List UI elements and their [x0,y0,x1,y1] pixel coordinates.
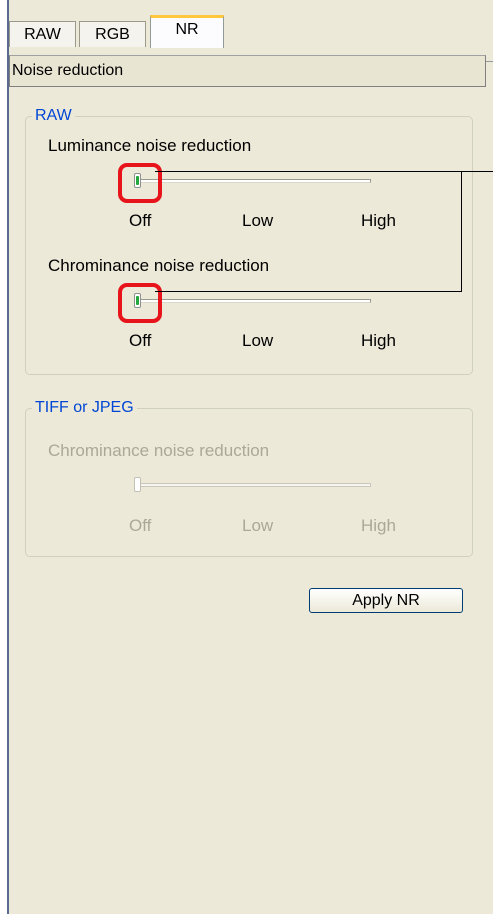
tab-raw[interactable]: RAW [9,21,76,47]
nr-panel: RAW RGB NR Noise reduction RAW Luminance… [7,0,493,914]
tiff-chrominance-slider-track[interactable] [137,483,371,487]
callout-line [155,171,493,172]
tab-nr[interactable]: NR [150,15,224,48]
section-title: Noise reduction [9,55,486,87]
highlight-marker [118,163,162,203]
chrominance-label: Chrominance noise reduction [48,256,270,275]
tiff-chrominance-slider-thumb[interactable] [134,477,141,492]
tiff-jpeg-group-legend: TIFF or JPEG [32,398,137,418]
chrominance-tick-high: High [361,331,396,350]
raw-group: RAW Luminance noise reduction Off Low Hi… [25,106,473,375]
raw-group-legend: RAW [32,106,75,126]
tiff-chrominance-label: Chrominance noise reduction [48,441,270,460]
callout-line [461,171,462,292]
chrominance-tick-low: Low [242,331,274,350]
chrominance-slider-track[interactable] [137,299,371,303]
luminance-tick-off: Off [129,211,152,230]
tiff-chrominance-tick-off: Off [129,516,152,535]
luminance-tick-high: High [361,211,396,230]
apply-nr-button[interactable]: Apply NR [309,588,463,613]
tab-rgb[interactable]: RGB [79,21,146,47]
luminance-slider-track[interactable] [137,179,371,183]
tab-bar: RAW RGB NR [9,15,493,62]
callout-line [155,291,462,292]
tiff-chrominance-tick-high: High [361,516,396,535]
chrominance-tick-off: Off [129,331,152,350]
tiff-jpeg-group: TIFF or JPEG Chrominance noise reduction… [25,398,473,557]
luminance-label: Luminance noise reduction [48,136,252,155]
tiff-chrominance-tick-low: Low [242,516,274,535]
highlight-marker [118,283,162,323]
luminance-tick-low: Low [242,211,274,230]
